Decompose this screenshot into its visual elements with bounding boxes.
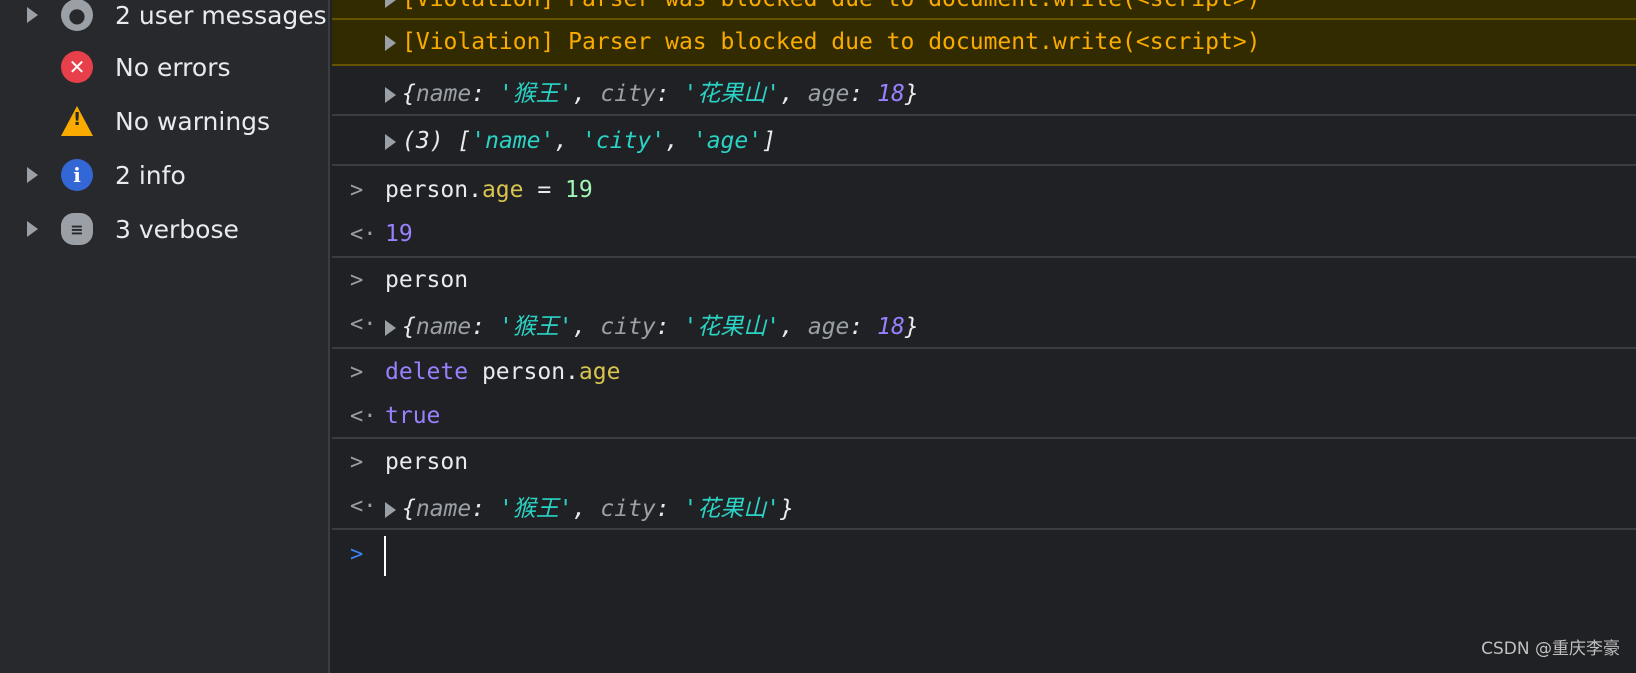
expand-arrow-icon[interactable] [385,34,396,51]
watermark: CSDN @重庆李豪 [1481,639,1620,659]
console-panel: [Violation] Parser was blocked due to do… [332,0,1636,673]
violation-message[interactable]: [Violation] Parser was blocked due to do… [332,20,1636,66]
expand-arrow-icon[interactable] [27,7,38,23]
expand-arrow-icon[interactable] [385,0,396,8]
expand-arrow-icon[interactable] [27,167,38,183]
expand-arrow-icon[interactable] [27,221,38,237]
console-input[interactable]: > delete person.age [332,350,1636,394]
sidebar-item-warnings[interactable]: ! No warnings [0,96,328,146]
violation-message[interactable]: [Violation] Parser was blocked due to do… [332,0,1636,20]
console-result[interactable]: <· {name: '猴王', city: '花果山'} [332,484,1636,528]
result-arrow-icon: <· [350,221,377,247]
sidebar-item-verbose[interactable]: ≡ 3 verbose [0,204,328,254]
input-prompt-icon: > [350,177,364,203]
text-cursor [384,536,386,576]
console-result[interactable]: <· {name: '猴王', city: '花果山', age: 18} [332,302,1636,346]
result-arrow-icon: <· [350,311,377,337]
bug-icon: ≡ [61,213,93,245]
sidebar-item-errors[interactable]: ✕ No errors [0,42,328,92]
console-result: <· 19 [350,221,413,247]
input-prompt-icon: > [350,267,364,293]
error-icon: ✕ [61,51,93,83]
expand-arrow-icon[interactable] [385,501,396,518]
input-prompt-icon: > [350,541,364,567]
console-input[interactable]: > person [332,440,1636,484]
sidebar: ● 2 user messages ✕ No errors ! No warnings… [0,0,330,673]
result-arrow-icon: <· [350,493,377,519]
sidebar-item-user-messages[interactable]: ● 2 user messages [0,0,328,40]
console-prompt-input[interactable]: > [332,532,1636,576]
input-prompt-icon: > [350,449,364,475]
expand-arrow-icon[interactable] [385,319,396,336]
log-array[interactable]: (3) ['name', 'city', 'age'] [332,118,1636,164]
log-object[interactable]: {name: '猴王', city: '花果山', age: 18} [332,68,1636,114]
sidebar-item-info[interactable]: i2 info [0,150,328,200]
console-result: <· true [350,403,441,429]
info-icon: i [61,159,93,191]
expand-arrow-icon[interactable] [385,86,396,103]
console-input[interactable]: > person [332,258,1636,302]
warning-mark: ! [73,109,82,130]
console-input[interactable]: > person.age = 19 [332,168,1636,212]
user-icon: ● [61,0,93,31]
result-arrow-icon: <· [350,403,377,429]
expand-arrow-icon[interactable] [385,133,396,150]
input-prompt-icon: > [350,359,364,385]
